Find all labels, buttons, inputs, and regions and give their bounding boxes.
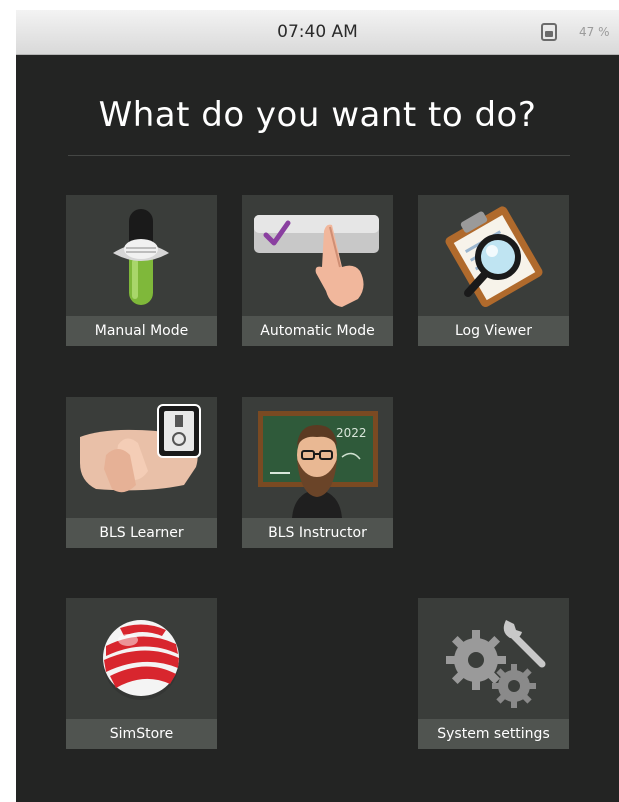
tile-label: BLS Instructor [242, 518, 393, 548]
clipboard-magnifier-icon [445, 206, 543, 308]
bls-learner-tile[interactable]: BLS Learner [66, 397, 217, 548]
tile-label: Log Viewer [418, 316, 569, 346]
simstore-tile[interactable]: SimStore [66, 598, 217, 749]
simstore-sphere-icon [103, 620, 179, 700]
tile-label: Automatic Mode [242, 316, 393, 346]
gears-wrench-icon [446, 620, 546, 708]
instructor-chalkboard-icon: 2022 [258, 411, 378, 518]
battery-icon [541, 23, 557, 41]
cpr-hands-icon [80, 404, 201, 493]
status-bar: 07:40 AM 47 % [16, 10, 619, 55]
system-settings-tile[interactable]: System settings [418, 598, 569, 749]
title-divider [68, 155, 570, 156]
tile-label: Manual Mode [66, 316, 217, 346]
manual-mode-tile[interactable]: Manual Mode [66, 195, 217, 346]
slider-toggle-icon [113, 209, 169, 305]
svg-text:2022: 2022 [336, 426, 367, 440]
main-screen: What do you want to do? Manual Mode Auto… [16, 55, 619, 802]
tile-label: SimStore [66, 719, 217, 749]
automatic-mode-tile[interactable]: Automatic Mode [242, 195, 393, 346]
status-time: 07:40 AM [277, 22, 358, 42]
tile-label: System settings [418, 719, 569, 749]
tile-label: BLS Learner [66, 518, 217, 548]
page-title: What do you want to do? [98, 95, 537, 135]
log-viewer-tile[interactable]: Log Viewer [418, 195, 569, 346]
touch-checkbox-icon [254, 215, 379, 307]
bls-instructor-tile[interactable]: 2022 BLS Instructor [242, 397, 393, 548]
battery-percent: 47 % [579, 25, 610, 39]
